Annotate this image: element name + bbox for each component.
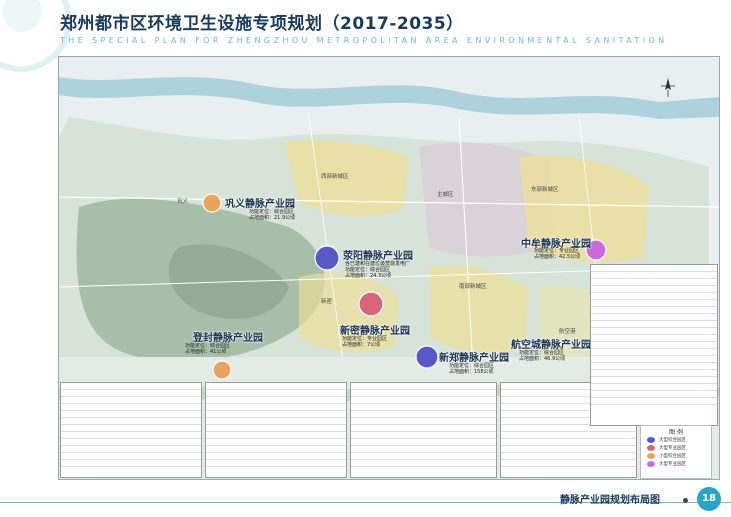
legend-item: 大型综合园区	[641, 436, 711, 444]
park-info: 功能定位：专业园区占地面积：42.5公顷	[534, 248, 580, 260]
map-caption: 静脉产业园规划布局图	[560, 491, 660, 506]
park-name: 新郑静脉产业园	[439, 349, 509, 364]
legend-item: 大型专业园区	[641, 444, 711, 452]
legend-label: 大型专业园区	[659, 445, 686, 451]
park-table-left	[60, 382, 202, 478]
map-legend: 图 例 大型综合园区 大型专业园区 小型综合园区 大型专业园区	[640, 425, 712, 479]
legend-label: 小型综合园区	[659, 453, 686, 459]
footer-dot	[683, 498, 688, 503]
park-marker	[359, 292, 383, 316]
legend-swatch	[647, 445, 655, 451]
park-marker	[213, 361, 231, 379]
park-name: 新密静脉产业园	[340, 322, 410, 337]
north-arrow-icon	[658, 76, 678, 98]
park-marker	[203, 194, 221, 212]
legend-swatch	[647, 437, 655, 443]
park-table-east	[590, 264, 718, 426]
park-info: 功能定位：综合园区占地面积：46.9公顷	[519, 350, 565, 362]
legend-swatch	[647, 453, 655, 459]
park-name: 登封静脉产业园	[193, 329, 263, 344]
park-info: 功能定位：综合园区占地面积：21.9公顷	[249, 209, 295, 221]
legend-swatch	[647, 461, 655, 467]
park-info: 含已建和在建垃圾焚烧发电厂功能定位：综合园区占地面积：24.3公顷	[345, 261, 410, 279]
legend-item: 小型综合园区	[641, 452, 711, 460]
header: 郑州都市区环境卫生设施专项规划（2017-2035） THE SPECIAL P…	[0, 0, 731, 56]
park-info: 功能定位：综合园区占地面积：41公顷	[185, 343, 230, 355]
park-info: 功能定位：综合园区占地面积：158公顷	[449, 363, 494, 375]
page-subtitle: THE SPECIAL PLAN FOR ZHENGZHOU METROPOLI…	[60, 36, 668, 45]
park-table-center-left	[205, 382, 347, 478]
park-info: 功能定位：专业园区占地面积：7公顷	[342, 336, 387, 348]
park-name: 航空城静脉产业园	[511, 336, 591, 351]
park-marker	[416, 346, 438, 368]
legend-item: 大型专业园区	[641, 460, 711, 468]
park-name: 荥阳静脉产业园	[343, 247, 413, 262]
page-title: 郑州都市区环境卫生设施专项规划（2017-2035）	[60, 9, 464, 34]
page-number: 18	[697, 487, 721, 511]
legend-title: 图 例	[641, 427, 711, 436]
park-name: 巩义静脉产业园	[225, 195, 295, 210]
legend-label: 大型综合园区	[659, 437, 686, 443]
park-table-center-right	[350, 382, 497, 478]
park-marker	[315, 246, 339, 270]
legend-label: 大型专业园区	[659, 461, 686, 467]
